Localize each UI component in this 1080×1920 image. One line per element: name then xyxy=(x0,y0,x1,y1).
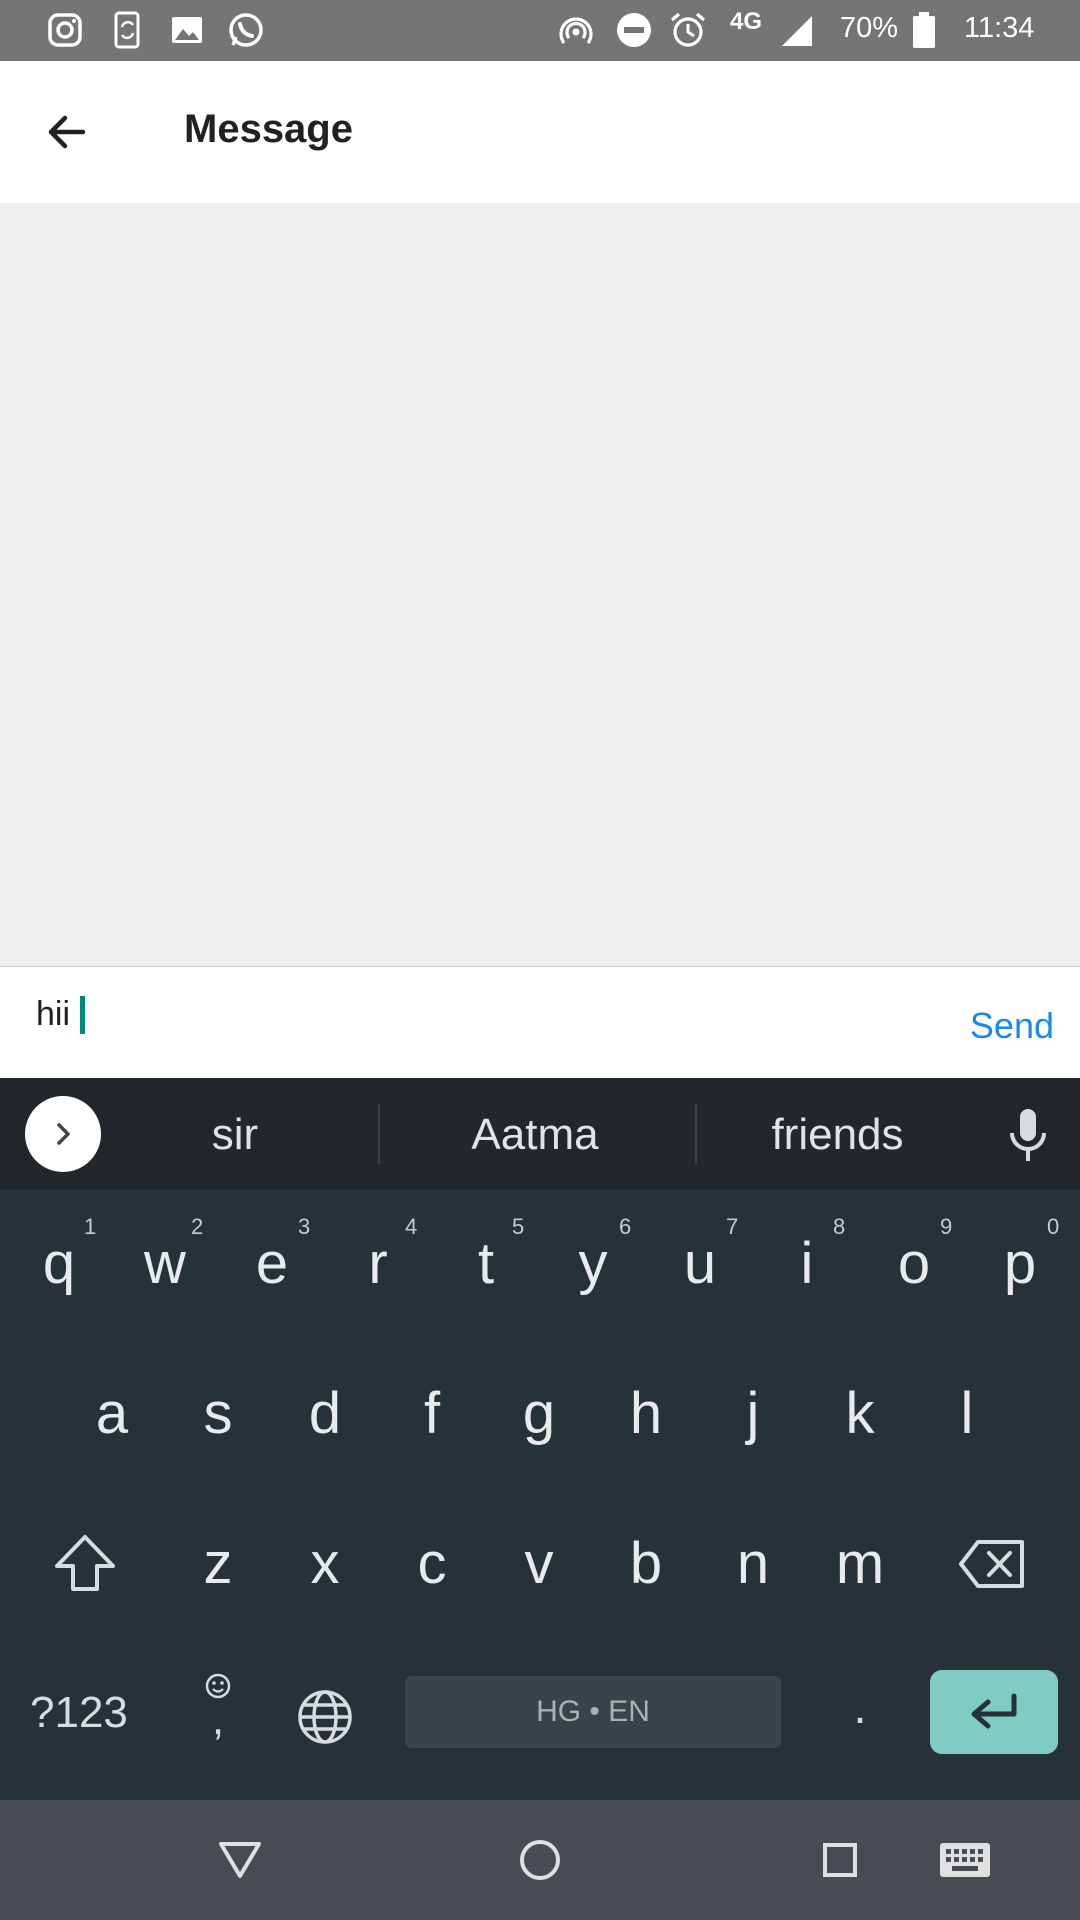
key-hint: 2 xyxy=(191,1214,204,1239)
shift-icon[interactable] xyxy=(52,1532,118,1594)
clock: 11:34 xyxy=(964,12,1035,44)
backspace-icon[interactable] xyxy=(958,1538,1028,1590)
key-f[interactable]: f xyxy=(387,1380,477,1447)
suggestion-1[interactable]: sir xyxy=(160,1110,310,1160)
compose-bar: hii Send xyxy=(0,966,1080,1078)
key-b[interactable]: b xyxy=(601,1530,691,1597)
comma-label: , xyxy=(211,1695,225,1744)
arrow-back-icon xyxy=(48,115,86,149)
alarm-icon xyxy=(670,12,706,47)
key-k[interactable]: k xyxy=(815,1380,905,1447)
key-n[interactable]: n xyxy=(708,1530,798,1597)
key-q[interactable]: q xyxy=(14,1230,104,1297)
do-not-disturb-icon xyxy=(617,13,651,47)
suggestion-strip: sir Aatma friends xyxy=(0,1078,1080,1190)
page-title: Message xyxy=(184,107,353,151)
key-hint: 7 xyxy=(726,1214,739,1239)
key-x[interactable]: x xyxy=(280,1530,370,1597)
enter-icon xyxy=(971,1693,1017,1729)
key-z[interactable]: z xyxy=(173,1530,263,1597)
key-r[interactable]: r xyxy=(333,1230,423,1297)
whatsapp-icon xyxy=(229,13,263,47)
phone-sync-icon xyxy=(114,11,140,49)
back-button[interactable] xyxy=(28,97,106,167)
key-p[interactable]: p xyxy=(975,1230,1065,1297)
home-circle-icon xyxy=(520,1840,560,1880)
key-u[interactable]: u xyxy=(655,1230,745,1297)
key-y[interactable]: y xyxy=(548,1230,638,1297)
nav-home-button[interactable] xyxy=(510,1830,570,1890)
key-g[interactable]: g xyxy=(494,1380,584,1447)
message-input[interactable]: hii xyxy=(36,995,86,1034)
key-v[interactable]: v xyxy=(494,1530,584,1597)
recents-square-icon xyxy=(823,1843,857,1877)
key-hint: 9 xyxy=(940,1214,953,1239)
key-hint: 6 xyxy=(619,1214,632,1239)
signal-icon xyxy=(782,16,812,46)
app-bar: Message xyxy=(0,61,1080,203)
key-hint: 4 xyxy=(405,1214,418,1239)
instagram-icon xyxy=(48,13,82,47)
enter-key[interactable] xyxy=(930,1670,1058,1754)
space-bar[interactable]: HG • EN xyxy=(405,1676,781,1748)
back-triangle-icon xyxy=(219,1842,261,1878)
key-hint: 1 xyxy=(84,1214,97,1239)
globe-icon[interactable] xyxy=(296,1688,354,1746)
message-input-text: hii xyxy=(36,995,71,1033)
key-h[interactable]: h xyxy=(601,1380,691,1447)
key-j[interactable]: j xyxy=(708,1380,798,1447)
battery-icon xyxy=(913,12,935,48)
key-e[interactable]: e xyxy=(227,1230,317,1297)
text-caret xyxy=(80,995,86,1034)
nav-back-button[interactable] xyxy=(210,1830,270,1890)
key-hint: 0 xyxy=(1047,1214,1060,1239)
suggestion-2[interactable]: Aatma xyxy=(430,1110,640,1160)
key-c[interactable]: c xyxy=(387,1530,477,1597)
key-hint: 5 xyxy=(512,1214,525,1239)
message-list[interactable] xyxy=(0,203,1080,967)
keyboard: sir Aatma friends q 1 w 2 e 3 r 4 t 5 y … xyxy=(0,1078,1080,1800)
key-m[interactable]: m xyxy=(815,1530,905,1597)
key-i[interactable]: i xyxy=(762,1230,852,1297)
emoji-comma-key[interactable]: , xyxy=(198,1672,238,1744)
expand-toolbar-button[interactable] xyxy=(25,1096,101,1172)
network-type: 4G xyxy=(730,8,763,35)
suggestion-divider xyxy=(378,1104,380,1164)
hotspot-icon xyxy=(559,17,593,44)
key-s[interactable]: s xyxy=(173,1380,263,1447)
key-w[interactable]: w xyxy=(120,1230,210,1297)
key-l[interactable]: l xyxy=(922,1380,1012,1447)
battery-percent: 70% xyxy=(840,12,899,44)
suggestion-3[interactable]: friends xyxy=(740,1110,935,1160)
key-a[interactable]: a xyxy=(67,1380,157,1447)
keyboard-icon xyxy=(940,1843,990,1877)
period-key[interactable]: . xyxy=(840,1680,880,1735)
key-o[interactable]: o xyxy=(869,1230,959,1297)
chevron-right-icon xyxy=(57,1123,70,1145)
nav-keyboard-button[interactable] xyxy=(933,1830,997,1890)
key-hint: 8 xyxy=(833,1214,846,1239)
key-d[interactable]: d xyxy=(280,1380,370,1447)
image-icon xyxy=(172,17,202,43)
microphone-icon[interactable] xyxy=(1003,1105,1053,1165)
symbols-key[interactable]: ?123 xyxy=(30,1688,128,1738)
nav-recents-button[interactable] xyxy=(810,1830,870,1890)
navigation-bar xyxy=(0,1800,1080,1920)
key-t[interactable]: t xyxy=(441,1230,531,1297)
send-button[interactable]: Send xyxy=(970,1005,1054,1047)
key-hint: 3 xyxy=(298,1214,311,1239)
status-bar: 4G 70% 11:34 xyxy=(0,0,1080,61)
suggestion-divider xyxy=(695,1104,697,1164)
